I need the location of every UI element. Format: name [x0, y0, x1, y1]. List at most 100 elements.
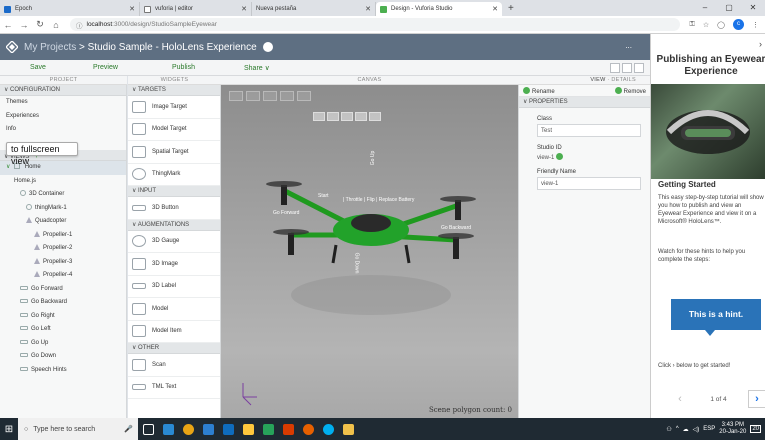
- maximize-icon[interactable]: ▢: [717, 0, 741, 16]
- widget-image-target[interactable]: Image Target: [128, 96, 220, 119]
- notifications-icon[interactable]: 20: [750, 425, 761, 433]
- widget-model[interactable]: Model: [128, 298, 220, 321]
- tree-item[interactable]: Go Down: [0, 350, 126, 364]
- key-icon[interactable]: ⚿: [690, 21, 695, 29]
- tab-new-tab[interactable]: Nueva pestaña ✕: [252, 2, 376, 16]
- chrome-icon[interactable]: [178, 418, 198, 440]
- save-button[interactable]: Save: [30, 64, 46, 71]
- people-icon[interactable]: ⚇: [666, 426, 671, 433]
- configuration-section[interactable]: ∨ CONFIGURATION: [0, 85, 126, 96]
- project-status-toggle[interactable]: [262, 42, 273, 52]
- url-input[interactable]: ⓘ localhost:3000/design/StudioSampleEyew…: [70, 18, 680, 31]
- tree-item[interactable]: thingMark-1: [0, 202, 126, 216]
- minimize-icon[interactable]: –: [693, 0, 717, 16]
- reload-icon[interactable]: ↻: [32, 19, 48, 30]
- tree-item[interactable]: Go Backward: [0, 296, 126, 310]
- next-step-icon[interactable]: ›: [747, 390, 765, 408]
- widget-3d-button[interactable]: 3D Button: [128, 197, 220, 220]
- tree-item[interactable]: Go Left: [0, 323, 126, 337]
- augmentations-section[interactable]: ∨ AUGMENTATIONS: [128, 219, 220, 231]
- share-button[interactable]: Share ∨: [244, 64, 270, 72]
- config-themes[interactable]: Themes: [0, 96, 126, 110]
- previous-step-icon[interactable]: ‹: [671, 390, 689, 408]
- class-input[interactable]: Test: [537, 124, 641, 137]
- tree-item[interactable]: Propeller-3: [0, 256, 126, 270]
- tree-item[interactable]: Home.js: [0, 175, 126, 189]
- tree-item[interactable]: Go Right: [0, 310, 126, 324]
- clock[interactable]: 3:43 PM 20-Jan-20: [719, 422, 746, 436]
- close-window-icon[interactable]: ✕: [741, 0, 765, 16]
- breadcrumb-my-projects[interactable]: My Projects: [24, 42, 76, 53]
- extension-icon[interactable]: ◯: [717, 21, 725, 29]
- widget-model-target[interactable]: Model Target: [128, 119, 220, 141]
- targets-section[interactable]: ∨ TARGETS: [128, 85, 220, 96]
- remove-button[interactable]: Remove: [614, 86, 646, 95]
- publish-button[interactable]: Publish: [172, 64, 195, 71]
- tab-design-vuforia-studio[interactable]: Design - Vuforia Studio ✕: [376, 2, 502, 16]
- office-icon[interactable]: [278, 418, 298, 440]
- tree-item[interactable]: Propeller-1: [0, 229, 126, 243]
- tree-item[interactable]: Propeller-4: [0, 269, 126, 283]
- 3d-canvas[interactable]: Go Up Start | Throttle | Flip | Replace …: [221, 85, 518, 418]
- task-view-icon[interactable]: [138, 418, 158, 440]
- language-indicator[interactable]: ESP: [703, 426, 715, 432]
- layout-left-icon[interactable]: [610, 63, 620, 73]
- volume-icon[interactable]: ◁): [693, 426, 700, 433]
- new-tab-button[interactable]: +: [502, 2, 520, 16]
- widget-model-item[interactable]: Model Item: [128, 321, 220, 343]
- tree-item[interactable]: Quadcopter: [0, 215, 126, 229]
- skype-icon[interactable]: [318, 418, 338, 440]
- rename-button[interactable]: Rename: [523, 86, 555, 95]
- friendly-name-input[interactable]: view-1: [537, 177, 641, 190]
- menu-icon[interactable]: ⋮: [752, 21, 759, 29]
- chevron-down-icon[interactable]: ∨: [6, 164, 10, 170]
- widget-thingmark[interactable]: ThingMark: [128, 164, 220, 186]
- profile-avatar[interactable]: c: [733, 19, 744, 30]
- widget-scan[interactable]: Scan: [128, 354, 220, 377]
- widget-3d-gauge[interactable]: 3D Gauge: [128, 231, 220, 253]
- app-icon[interactable]: [198, 418, 218, 440]
- tab-vuforia-editor[interactable]: vuforia | editor ✕: [140, 2, 252, 16]
- input-section[interactable]: ∨ INPUT: [128, 186, 220, 197]
- preview-button[interactable]: Preview: [93, 64, 118, 71]
- forward-icon[interactable]: →: [16, 20, 32, 30]
- tab-epoch[interactable]: Epoch ✕: [0, 2, 140, 16]
- config-info[interactable]: Info: [0, 123, 126, 137]
- close-tab-icon[interactable]: ✕: [129, 5, 135, 13]
- view-tab[interactable]: VIEW: [590, 77, 605, 83]
- close-help-icon[interactable]: ›: [759, 39, 762, 49]
- layout-right-icon[interactable]: [634, 63, 644, 73]
- close-tab-icon[interactable]: ✕: [241, 5, 247, 13]
- tree-item[interactable]: Propeller-2: [0, 242, 126, 256]
- windows-start-icon[interactable]: ⊞: [0, 424, 18, 435]
- close-tab-icon[interactable]: ✕: [365, 5, 371, 13]
- details-tab[interactable]: · DETAILS: [607, 77, 636, 83]
- folder-icon[interactable]: [338, 418, 358, 440]
- microphone-icon[interactable]: 🎤: [124, 425, 133, 433]
- file-explorer-icon[interactable]: [238, 418, 258, 440]
- other-section[interactable]: ∨ OTHER: [128, 343, 220, 354]
- outlook-icon[interactable]: [218, 418, 238, 440]
- tree-item[interactable]: 3D Container: [0, 188, 126, 202]
- star-icon[interactable]: ☆: [703, 21, 709, 29]
- firefox-icon[interactable]: [298, 418, 318, 440]
- store-icon[interactable]: [258, 418, 278, 440]
- tree-item[interactable]: Speech Hints: [0, 364, 126, 378]
- layout-center-icon[interactable]: [622, 63, 632, 73]
- widget-spatial-target[interactable]: Spatial Target: [128, 141, 220, 164]
- widget-3d-image[interactable]: 3D Image: [128, 253, 220, 276]
- edit-id-icon[interactable]: [556, 153, 564, 160]
- network-icon[interactable]: ☁: [683, 426, 689, 433]
- properties-section[interactable]: ∨ PROPERTIES: [519, 97, 650, 108]
- tray-chevron-icon[interactable]: ^: [676, 426, 679, 432]
- vscode-icon[interactable]: [158, 418, 178, 440]
- widget-3d-label[interactable]: 3D Label: [128, 276, 220, 298]
- home-icon[interactable]: ⌂: [48, 20, 64, 30]
- config-experiences[interactable]: Experiences: [0, 110, 126, 124]
- back-icon[interactable]: ←: [0, 20, 16, 30]
- tree-item[interactable]: Go Forward: [0, 283, 126, 297]
- tree-item[interactable]: Go Up: [0, 337, 126, 351]
- widget-tml-text[interactable]: TML Text: [128, 377, 220, 399]
- more-options-button[interactable]: ...: [625, 41, 632, 50]
- taskbar-search[interactable]: ○ Type here to search 🎤: [18, 418, 138, 440]
